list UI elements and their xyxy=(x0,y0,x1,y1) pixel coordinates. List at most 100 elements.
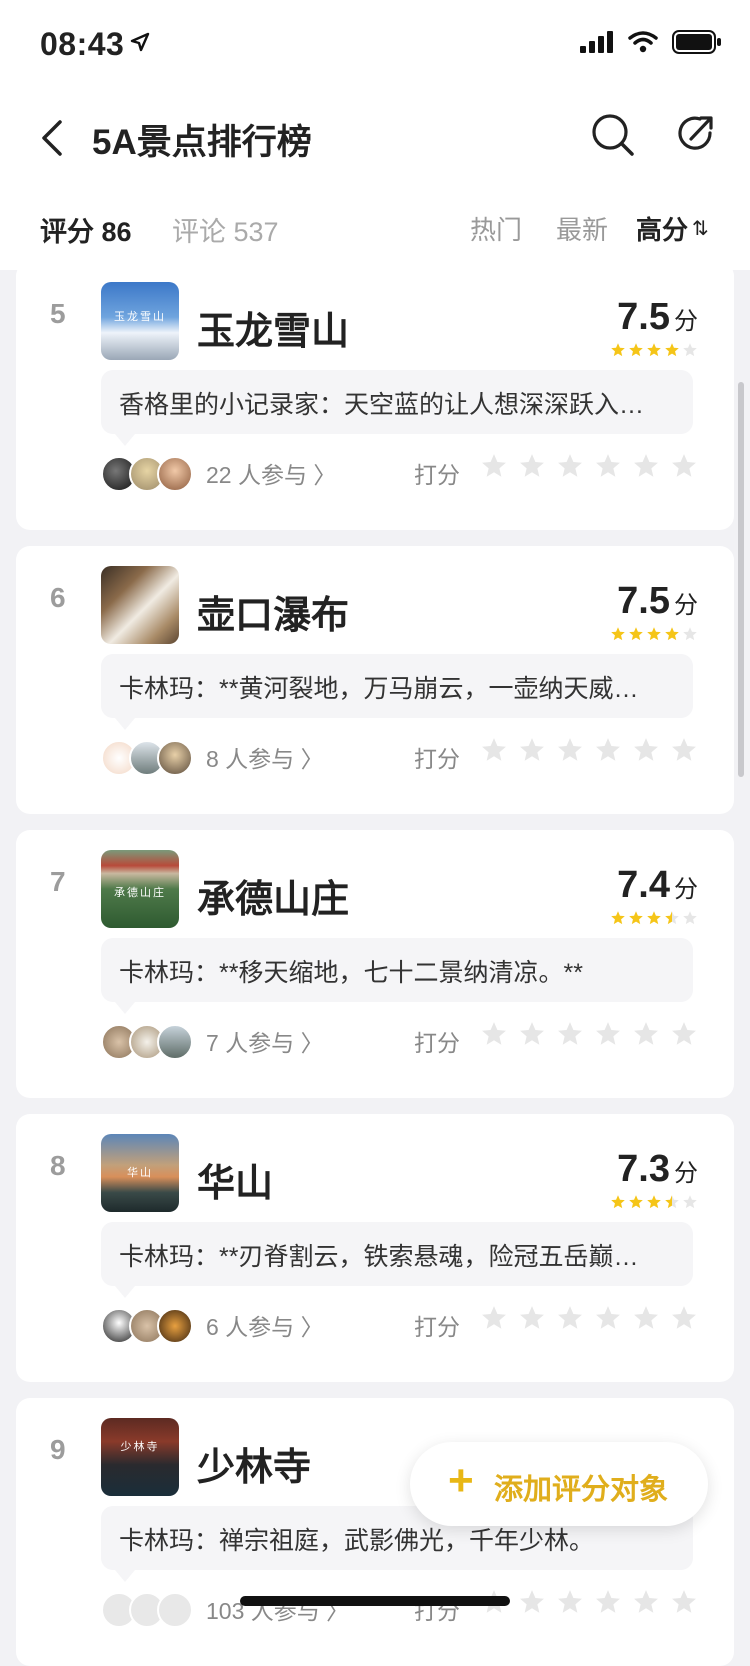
avatar xyxy=(157,1592,193,1628)
status-bar: 08:43 xyxy=(0,0,750,90)
score-value: 7.5 xyxy=(617,296,670,338)
rate-star-icon[interactable] xyxy=(480,1020,508,1053)
comment-bubble[interactable]: 香格里的小记录家：天空蓝的让人想深深跃入… xyxy=(101,370,693,446)
rate-star-icon[interactable] xyxy=(670,1588,698,1621)
list-item[interactable]: 8 华山 华山 7.3 分 卡林玛：**刃脊割云，铁索悬魂，险冠五岳巅… 6 人参… xyxy=(16,1114,734,1382)
score-value: 7.5 xyxy=(617,580,670,622)
item-score: 7.5 分 xyxy=(617,296,698,339)
list-item[interactable]: 6 壶口瀑布 7.5 分 卡林玛：**黄河裂地，万马崩云，一壶纳天威… 8 人参与… xyxy=(16,546,734,814)
sort-newest[interactable]: 最新 xyxy=(556,210,608,247)
rate-star-icon[interactable] xyxy=(518,452,546,485)
rate-star-icon[interactable] xyxy=(518,1304,546,1337)
status-time: 08:43 xyxy=(40,26,125,62)
participant-avatars xyxy=(101,1308,193,1344)
sort-hot[interactable]: 热门 xyxy=(470,210,522,247)
star-icon xyxy=(628,1194,644,1215)
rate-star-icon[interactable] xyxy=(556,1020,584,1053)
rate-star-icon[interactable] xyxy=(632,736,660,769)
score-stars xyxy=(610,626,698,647)
rate-star-icon[interactable] xyxy=(670,1020,698,1053)
rate-star-icon[interactable] xyxy=(518,1020,546,1053)
add-rating-object-button[interactable]: + 添加评分对象 xyxy=(410,1442,708,1526)
share-icon[interactable] xyxy=(674,112,720,158)
participant-avatars xyxy=(101,1592,193,1628)
star-icon xyxy=(664,342,680,363)
rate-star-icon[interactable] xyxy=(556,736,584,769)
rate-star-icon[interactable] xyxy=(594,1020,622,1053)
rate-star-icon[interactable] xyxy=(594,1588,622,1621)
tab-comments[interactable]: 评论 537 xyxy=(172,210,279,249)
participant-avatars xyxy=(101,1024,193,1060)
location-arrow-icon xyxy=(130,32,150,52)
rate-star-icon[interactable] xyxy=(632,1588,660,1621)
rate-star-icon[interactable] xyxy=(632,1020,660,1053)
rank-number: 6 xyxy=(50,582,66,613)
rate-label: 打分 xyxy=(414,1030,460,1056)
item-name: 壶口瀑布 xyxy=(197,595,350,637)
comment-bubble[interactable]: 卡林玛：**刃脊割云，铁索悬魂，险冠五岳巅… xyxy=(101,1222,693,1298)
list-item[interactable]: 5 玉龙雪山 玉龙雪山 7.5 分 香格里的小记录家：天空蓝的让人想深深跃入… 2… xyxy=(16,262,734,530)
rate-star-icon[interactable] xyxy=(632,452,660,485)
add-rating-object-label: 添加评分对象 xyxy=(494,1474,669,1506)
star-icon xyxy=(646,342,662,363)
rate-star-icon[interactable] xyxy=(594,452,622,485)
score-value: 7.4 xyxy=(617,864,670,906)
comment-text: 卡林玛：**刃脊割云，铁索悬魂，险冠五岳巅… xyxy=(119,1243,639,1271)
participants-link[interactable]: 8 人参与 〉 xyxy=(206,740,324,774)
rate-star-icon[interactable] xyxy=(480,736,508,769)
star-icon xyxy=(628,626,644,647)
rate-star-icon[interactable] xyxy=(480,1304,508,1337)
sort-order-icon[interactable]: ⇅ xyxy=(692,216,709,241)
star-icon xyxy=(664,910,680,931)
participants-link[interactable]: 6 人参与 〉 xyxy=(206,1308,324,1342)
rate-stars[interactable] xyxy=(480,736,698,769)
rate-label: 打分 xyxy=(414,462,460,488)
rate-stars[interactable] xyxy=(480,1304,698,1337)
participants-link[interactable]: 22 人参与 〉 xyxy=(206,456,336,490)
comment-bubble[interactable]: 卡林玛：**移天缩地，七十二景纳清凉。** xyxy=(101,938,693,1014)
scrollbar[interactable] xyxy=(738,382,744,777)
comment-text: 卡林玛：**移天缩地，七十二景纳清凉。** xyxy=(119,959,583,987)
item-name: 玉龙雪山 xyxy=(197,311,350,353)
sort-high-score[interactable]: 高分 xyxy=(636,210,688,247)
rate-stars[interactable] xyxy=(480,452,698,485)
comment-text: 香格里的小记录家：天空蓝的让人想深深跃入… xyxy=(119,391,645,419)
list-item[interactable]: 9 少林寺 少林寺 卡林玛：禅宗祖庭，武影佛光，千年少林。 103 人参与 〉 … xyxy=(16,1398,734,1666)
participants-link[interactable]: 7 人参与 〉 xyxy=(206,1024,324,1058)
score-unit: 分 xyxy=(674,592,698,619)
star-icon xyxy=(664,626,680,647)
rate-star-icon[interactable] xyxy=(556,1588,584,1621)
rate-star-icon[interactable] xyxy=(556,452,584,485)
comment-text: 卡林玛：**黄河裂地，万马崩云，一壶纳天威… xyxy=(119,675,639,703)
rate-star-icon[interactable] xyxy=(518,736,546,769)
rate-stars[interactable] xyxy=(480,1020,698,1053)
rate-star-icon[interactable] xyxy=(670,1304,698,1337)
rate-star-icon[interactable] xyxy=(632,1304,660,1337)
rate-star-icon[interactable] xyxy=(480,452,508,485)
star-icon xyxy=(682,626,698,647)
item-score: 7.5 分 xyxy=(617,580,698,623)
rate-star-icon[interactable] xyxy=(670,736,698,769)
back-icon[interactable] xyxy=(36,112,76,164)
tab-score[interactable]: 评分 86 xyxy=(40,210,132,249)
star-icon xyxy=(646,626,662,647)
score-stars xyxy=(610,342,698,363)
rate-star-icon[interactable] xyxy=(556,1304,584,1337)
item-name: 华山 xyxy=(197,1163,274,1205)
thumbnail: 玉龙雪山 xyxy=(101,282,179,360)
score-value: 7.3 xyxy=(617,1148,670,1190)
search-icon[interactable] xyxy=(590,112,636,158)
rate-stars[interactable] xyxy=(480,1588,698,1621)
item-score: 7.3 分 xyxy=(617,1148,698,1191)
score-stars xyxy=(610,910,698,931)
star-icon xyxy=(628,342,644,363)
rate-star-icon[interactable] xyxy=(594,736,622,769)
list-item[interactable]: 7 承德山庄 承德山庄 7.4 分 卡林玛：**移天缩地，七十二景纳清凉。** 7… xyxy=(16,830,734,1098)
rate-star-icon[interactable] xyxy=(594,1304,622,1337)
comment-bubble[interactable]: 卡林玛：**黄河裂地，万马崩云，一壶纳天威… xyxy=(101,654,693,730)
navigation-bar: 5A景点排行榜 xyxy=(0,90,750,190)
participant-avatars xyxy=(101,740,193,776)
rate-star-icon[interactable] xyxy=(670,452,698,485)
rate-star-icon[interactable] xyxy=(518,1588,546,1621)
star-icon xyxy=(646,1194,662,1215)
